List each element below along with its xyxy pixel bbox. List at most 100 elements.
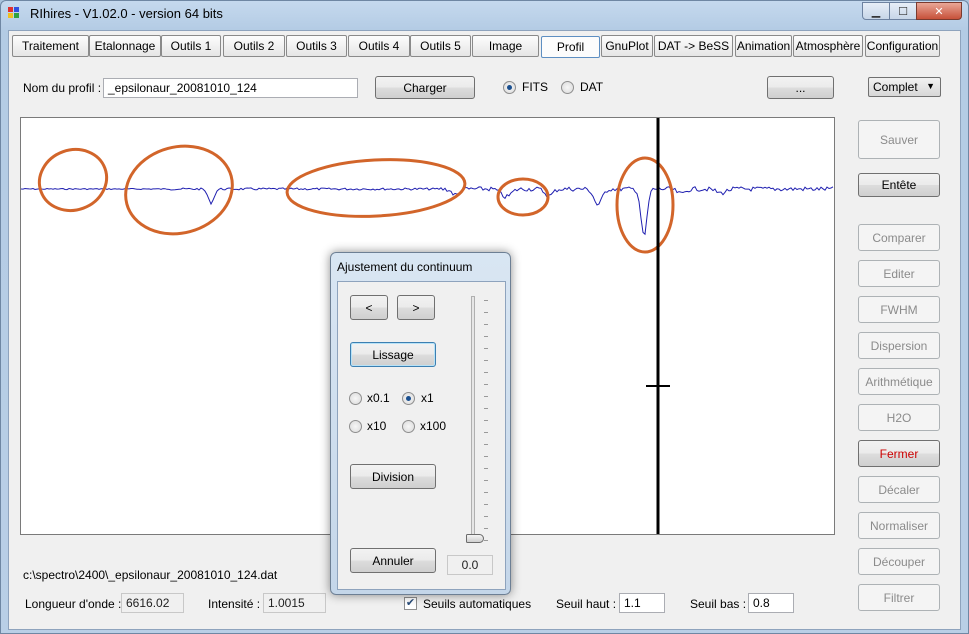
close-window-button[interactable]: ✕ — [916, 2, 962, 20]
factor-x100-label: x100 — [420, 419, 447, 433]
close-button[interactable]: Fermer — [858, 440, 940, 467]
tab-outils-2[interactable]: Outils 2 — [223, 35, 285, 57]
intensity-label: Intensité : — [208, 597, 261, 611]
mode-select[interactable]: Complet ▼ — [868, 77, 941, 97]
cut-button[interactable]: Découper — [858, 548, 940, 575]
slider-ticks — [484, 300, 488, 541]
save-button[interactable]: Sauver — [858, 120, 940, 159]
minimize-button[interactable]: ▁ — [862, 2, 890, 20]
h2o-button[interactable]: H2O — [858, 404, 940, 431]
slider-tick — [484, 324, 488, 325]
slider-tick — [484, 396, 488, 397]
high-threshold-input[interactable]: 1.1 — [619, 593, 665, 613]
continuum-slider-thumb[interactable] — [466, 534, 484, 543]
slider-tick — [484, 300, 488, 301]
next-button[interactable]: > — [397, 295, 435, 320]
annotation-circle — [615, 156, 675, 254]
previous-button[interactable]: < — [350, 295, 388, 320]
tab-image[interactable]: Image — [472, 35, 539, 57]
normalize-button[interactable]: Normaliser — [858, 512, 940, 539]
auto-threshold-label: Seuils automatiques — [423, 597, 532, 611]
continuum-slider-track — [471, 296, 475, 543]
slider-tick — [484, 540, 488, 541]
slider-tick — [484, 492, 488, 493]
edit-button[interactable]: Editer — [858, 260, 940, 287]
chevron-down-icon: ▼ — [926, 81, 935, 91]
title-bar: RIhires - V1.02.0 - version 64 bits ▁ ☐ … — [1, 1, 968, 27]
profile-name-label: Nom du profil : — [23, 81, 102, 95]
dialog-title: Ajustement du continuum — [337, 260, 473, 274]
factor-x01-radio[interactable] — [349, 392, 362, 405]
factor-x10-label: x10 — [367, 419, 387, 433]
dialog-body: < > Lissage x0.1 x1 x10 x100 Division An… — [337, 281, 506, 590]
slider-tick — [484, 384, 488, 385]
header-button[interactable]: Entête — [858, 173, 940, 197]
intensity-value: 1.0015 — [263, 593, 326, 613]
minimize-icon: ▁ — [871, 5, 881, 18]
slider-value: 0.0 — [447, 555, 493, 575]
factor-x100-radio[interactable] — [402, 420, 415, 433]
auto-threshold-checkbox[interactable]: ✔ — [404, 597, 417, 610]
tab-dat-bess[interactable]: DAT -> BeSS — [654, 35, 733, 57]
continuum-dialog: Ajustement du continuum < > Lissage x0.1… — [330, 252, 511, 595]
tab-gnuplot[interactable]: GnuPlot — [601, 35, 653, 57]
slider-tick — [484, 372, 488, 373]
compare-button[interactable]: Comparer — [858, 224, 940, 251]
app-logo-icon — [8, 7, 22, 21]
tab-atmosphere[interactable]: Atmosphère — [793, 35, 863, 57]
fits-radio[interactable] — [503, 81, 516, 94]
annotation-circle — [37, 148, 109, 212]
crosshair-icon — [646, 374, 670, 398]
dat-radio[interactable] — [561, 81, 574, 94]
window-title: RIhires - V1.02.0 - version 64 bits — [30, 6, 223, 21]
wavelength-value: 6616.02 — [121, 593, 184, 613]
slider-tick — [484, 360, 488, 361]
factor-x10-radio[interactable] — [349, 420, 362, 433]
annotation-circle — [285, 158, 467, 218]
mode-select-value: Complet — [873, 80, 918, 94]
tab-animation[interactable]: Animation — [735, 35, 792, 57]
slider-tick — [484, 528, 488, 529]
tab-outils-1[interactable]: Outils 1 — [161, 35, 221, 57]
factor-x1-radio[interactable] — [402, 392, 415, 405]
tab-configuration[interactable]: Configuration — [865, 35, 940, 57]
slider-tick — [484, 312, 488, 313]
shift-button[interactable]: Décaler — [858, 476, 940, 503]
slider-tick — [484, 504, 488, 505]
main-window: RIhires - V1.02.0 - version 64 bits ▁ ☐ … — [0, 0, 969, 634]
division-button[interactable]: Division — [350, 464, 436, 489]
tab-etalonnage[interactable]: Etalonnage — [89, 35, 161, 57]
tab-outils-3[interactable]: Outils 3 — [286, 35, 347, 57]
fwhm-button[interactable]: FWHM — [858, 296, 940, 323]
slider-tick — [484, 480, 488, 481]
fits-label: FITS — [522, 80, 548, 94]
slider-tick — [484, 468, 488, 469]
slider-tick — [484, 348, 488, 349]
maximize-button[interactable]: ☐ — [889, 2, 917, 20]
tab-outils-5[interactable]: Outils 5 — [410, 35, 471, 57]
slider-tick — [484, 456, 488, 457]
file-path-text: c:\spectro\2400\_epsilonaur_20081010_124… — [23, 568, 278, 582]
arithmetic-button[interactable]: Arithmétique — [858, 368, 940, 395]
factor-x01-label: x0.1 — [367, 391, 390, 405]
low-threshold-input[interactable]: 0.8 — [748, 593, 794, 613]
low-threshold-label: Seuil bas : — [690, 597, 747, 611]
smooth-button[interactable]: Lissage — [350, 342, 436, 367]
tab-profil[interactable]: Profil — [541, 36, 600, 58]
close-icon: ✕ — [934, 5, 944, 18]
filter-button[interactable]: Filtrer — [858, 584, 940, 611]
tab-outils-4[interactable]: Outils 4 — [348, 35, 410, 57]
slider-tick — [484, 420, 488, 421]
factor-x1-label: x1 — [421, 391, 434, 405]
profile-name-input[interactable]: _epsilonaur_20081010_124 — [103, 78, 358, 98]
browse-button[interactable]: ... — [767, 76, 834, 99]
wavelength-label: Longueur d'onde : — [25, 597, 122, 611]
slider-tick — [484, 516, 488, 517]
slider-tick — [484, 432, 488, 433]
load-button[interactable]: Charger — [375, 76, 475, 99]
slider-tick — [484, 336, 488, 337]
maximize-icon: ☐ — [898, 5, 908, 18]
tab-traitement[interactable]: Traitement — [12, 35, 89, 57]
dispersion-button[interactable]: Dispersion — [858, 332, 940, 359]
cancel-button[interactable]: Annuler — [350, 548, 436, 573]
